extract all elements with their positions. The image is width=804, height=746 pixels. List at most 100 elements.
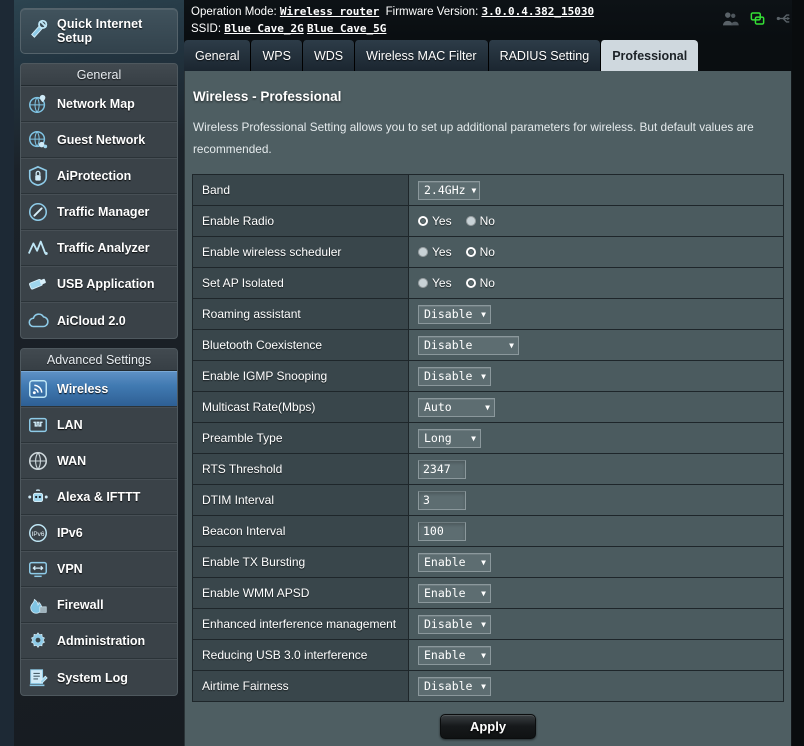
input-beacon-interval[interactable]: 100 (418, 521, 466, 541)
form-row: Enable TX Bursting Enable ▼ (193, 547, 783, 578)
analytics-icon (27, 237, 55, 259)
sidebar-item-administration[interactable]: Administration (21, 623, 177, 659)
radio-label: No (479, 214, 495, 228)
sidebar-item-system-log[interactable]: System Log (21, 659, 177, 695)
select-band[interactable]: 2.4GHz ▼ (418, 180, 480, 200)
sidebar-item-wireless[interactable]: Wireless (21, 371, 177, 407)
form-row: Band 2.4GHz ▼ (193, 175, 783, 206)
select-enable-tx-bursting[interactable]: Enable ▼ (418, 552, 491, 572)
sidebar-item-network-map[interactable]: Network Map (21, 86, 177, 122)
form-row-value: Yes No (409, 268, 783, 298)
radio-set-ap-isolated-no[interactable]: No (465, 276, 495, 290)
input-dtim-interval[interactable]: 3 (418, 490, 466, 510)
sidebar-item-traffic-manager[interactable]: Traffic Manager (21, 194, 177, 230)
quick-internet-setup-button[interactable]: Quick Internet Setup (20, 8, 178, 54)
sidebar-group-title-general: General (21, 64, 177, 86)
tab-label: RADIUS Setting (499, 48, 590, 63)
select-roaming-assistant[interactable]: Disable ▼ (418, 304, 491, 324)
sidebar-item-label: Administration (57, 634, 146, 648)
tab-radius-setting[interactable]: RADIUS Setting (487, 40, 601, 71)
radio-label: No (479, 276, 495, 290)
radio-group-enable-wireless-scheduler: Yes No (418, 245, 495, 259)
firmware-label: Firmware Version: (385, 6, 479, 18)
usb-icon[interactable] (776, 11, 793, 26)
radio-enable-wireless-scheduler-no[interactable]: No (465, 245, 495, 259)
sidebar-item-aiprotection[interactable]: AiProtection (21, 158, 177, 194)
sidebar-item-lan[interactable]: LAN (21, 407, 177, 443)
apply-button[interactable]: Apply (440, 714, 536, 739)
form-row: Enable Radio Yes No (193, 206, 783, 237)
form-row-label: Enable TX Bursting (193, 547, 409, 577)
tab-label: WDS (313, 48, 344, 63)
tab-wps[interactable]: WPS (250, 40, 302, 71)
operation-mode-label: Operation Mode: (191, 6, 277, 18)
operation-mode-value[interactable]: Wireless router (280, 5, 379, 18)
sidebar-item-alexa-ifttt[interactable]: Alexa & IFTTT (21, 479, 177, 515)
ssid-2g-value[interactable]: Blue Cave_2G (224, 22, 303, 35)
chevron-down-icon: ▼ (481, 557, 486, 567)
sidebar-item-vpn[interactable]: VPN (21, 551, 177, 587)
form-row-label: Enable Radio (193, 206, 409, 236)
right-edge-strip (792, 0, 804, 746)
vpn-monitor-icon (27, 558, 55, 580)
radio-enable-wireless-scheduler-yes[interactable]: Yes (418, 245, 452, 259)
sidebar-item-label: AiCloud 2.0 (57, 313, 126, 328)
form-row-value: 2.4GHz ▼ (409, 175, 783, 205)
input-rts-threshold[interactable]: 2347 (418, 459, 466, 479)
sidebar-item-ipv6[interactable]: IPv6 IPv6 (21, 515, 177, 551)
sidebar-item-label: Firewall (57, 598, 104, 612)
tab-wds[interactable]: WDS (301, 40, 355, 71)
tab-label: Professional (612, 48, 688, 63)
form-row-value: 3 (409, 485, 783, 515)
clients-icon[interactable] (722, 11, 739, 26)
form-row-label: RTS Threshold (193, 454, 409, 484)
select-airtime-fairness[interactable]: Disable ▼ (418, 676, 491, 696)
select-reducing-usb-3-0-interference[interactable]: Enable ▼ (418, 645, 491, 665)
tab-general[interactable]: General (184, 40, 251, 71)
form-row: Reducing USB 3.0 interference Enable ▼ (193, 640, 783, 671)
sidebar-item-usb-application[interactable]: USB Application (21, 266, 177, 302)
form-row: Airtime Fairness Disable ▼ (193, 671, 783, 702)
form-row-label: Preamble Type (193, 423, 409, 453)
select-preamble-type[interactable]: Long ▼ (418, 428, 481, 448)
select-multicast-rate-mbps[interactable]: Auto ▼ (418, 397, 495, 417)
select-value: Enable (424, 586, 466, 600)
sidebar-item-guest-network[interactable]: Guest Network (21, 122, 177, 158)
sidebar-item-label: IPv6 (57, 526, 83, 540)
tab-professional[interactable]: Professional (600, 40, 699, 71)
radio-set-ap-isolated-yes[interactable]: Yes (418, 276, 452, 290)
chevron-down-icon: ▼ (481, 309, 486, 319)
select-enhanced-interference-management[interactable]: Disable ▼ (418, 614, 491, 634)
tab-label: WPS (262, 48, 291, 63)
form-row-label: Band (193, 175, 409, 205)
radio-group-enable-radio: Yes No (418, 214, 495, 228)
form-row-label: Bluetooth Coexistence (193, 330, 409, 360)
radio-dot (418, 278, 428, 288)
firmware-version-value[interactable]: 3.0.0.4.382_15030 (481, 5, 594, 18)
form-row: RTS Threshold 2347 (193, 454, 783, 485)
radio-enable-radio-yes[interactable]: Yes (418, 214, 452, 228)
select-enable-wmm-apsd[interactable]: Enable ▼ (418, 583, 491, 603)
form-row-label: Set AP Isolated (193, 268, 409, 298)
svg-text:IPv6: IPv6 (32, 531, 45, 538)
cloud-icon (27, 310, 55, 332)
sidebar-item-traffic-analyzer[interactable]: Traffic Analyzer (21, 230, 177, 266)
select-enable-igmp-snooping[interactable]: Disable ▼ (418, 366, 491, 386)
chevron-down-icon: ▼ (481, 650, 486, 660)
sidebar-item-label: Wireless (57, 382, 109, 396)
sidebar-item-aicloud[interactable]: AiCloud 2.0 (21, 302, 177, 338)
tab-wireless-mac-filter[interactable]: Wireless MAC Filter (354, 40, 488, 71)
radio-enable-radio-no[interactable]: No (465, 214, 495, 228)
form-row: Set AP Isolated Yes No (193, 268, 783, 299)
form-row: Preamble Type Long ▼ (193, 423, 783, 454)
form-row: Enable IGMP Snooping Disable ▼ (193, 361, 783, 392)
sidebar-item-firewall[interactable]: Firewall (21, 587, 177, 623)
ssid-5g-value[interactable]: Blue Cave_5G (307, 22, 386, 35)
system-log-icon (27, 667, 55, 689)
select-value: Enable (424, 555, 466, 569)
sidebar-item-wan[interactable]: WAN (21, 443, 177, 479)
form-row-value: 100 (409, 516, 783, 546)
network-map-icon[interactable] (749, 11, 766, 26)
select-value: Disable (424, 369, 473, 383)
select-bluetooth-coexistence[interactable]: Disable ▼ (418, 335, 519, 355)
